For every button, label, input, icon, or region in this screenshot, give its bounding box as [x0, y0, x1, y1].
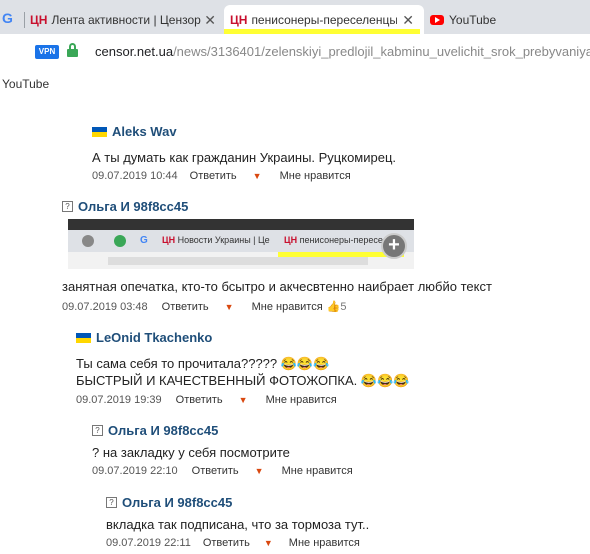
- like-count: 👍5: [326, 301, 347, 313]
- reply-button[interactable]: Ответить: [176, 394, 223, 406]
- close-tab-icon[interactable]: ✕: [204, 12, 216, 29]
- like-button[interactable]: Мне нравится: [266, 394, 337, 406]
- comment: Aleks Wav А ты думать как гражданин Укра…: [92, 124, 572, 182]
- comment-author[interactable]: ? Ольга И 98f8cc45: [106, 495, 576, 510]
- screenshot-address-bar: [108, 257, 368, 265]
- screenshot-tab: ЦН Новости Украины | Це: [162, 235, 270, 245]
- like-button[interactable]: Мне нравится: [280, 170, 351, 182]
- comment: ? Ольга И 98f8cc45: [62, 199, 582, 214]
- tab-strip: G ЦН Лента активности | Цензор ✕ ЦН пени…: [0, 0, 590, 34]
- youtube-icon: [430, 14, 444, 25]
- unknown-flag-icon: ?: [62, 201, 73, 212]
- like-button[interactable]: Мне нравится: [289, 537, 360, 549]
- reply-button[interactable]: Ответить: [203, 537, 250, 549]
- comment-date: 09.07.2019 22:11: [106, 537, 191, 549]
- author-name[interactable]: LeOnid Tkachenko: [96, 330, 212, 345]
- ukraine-flag-icon: [76, 332, 91, 343]
- tab-label: Лента активности | Цензор: [51, 12, 201, 27]
- comment-author[interactable]: ? Ольга И 98f8cc45: [92, 423, 572, 438]
- screenshot-tab: ЦН пенисонеры-пересе: [284, 235, 383, 245]
- comment-meta: 09.07.2019 19:39 Ответить ▼ Мне нравится: [76, 394, 576, 406]
- comment-meta: 09.07.2019 22:10 Ответить ▼ Мне нравится: [92, 465, 572, 477]
- comment: ? Ольга И 98f8cc45 ? на закладку у себя …: [92, 423, 572, 477]
- censor-favicon-icon: ЦН: [230, 12, 248, 27]
- comment-date: 09.07.2019 22:10: [92, 465, 178, 477]
- close-tab-icon[interactable]: ✕: [402, 12, 414, 29]
- screenshot-icon: [114, 235, 126, 247]
- comment-date: 09.07.2019 19:39: [76, 394, 162, 406]
- lock-icon[interactable]: [67, 43, 78, 57]
- tab-label: YouTube: [449, 12, 497, 27]
- screenshot-google-icon: G: [140, 235, 148, 246]
- comment-text: А ты думать как гражданин Украины. Руцко…: [92, 150, 397, 165]
- comment-author[interactable]: Aleks Wav: [92, 124, 572, 139]
- dropdown-arrow-icon[interactable]: ▼: [225, 302, 234, 312]
- address-bar: VPN censor.net.ua/news/3136401/zelenskiy…: [0, 34, 590, 72]
- dropdown-arrow-icon[interactable]: ▼: [239, 395, 248, 405]
- reply-button[interactable]: Ответить: [162, 301, 209, 313]
- comment-text: вкладка так подписана, что за тормоза ту…: [106, 517, 370, 532]
- author-name[interactable]: Ольга И 98f8cc45: [78, 199, 188, 214]
- screenshot-icon: [82, 235, 94, 247]
- tab-divider: [24, 12, 25, 28]
- comment-meta: 09.07.2019 03:48 Ответить ▼ Мне нравится…: [62, 300, 582, 314]
- comment-meta: 09.07.2019 22:11 Ответить ▼ Мне нравится: [106, 537, 576, 549]
- comment-text: занятная опечатка, кто-то бсытро и акчес…: [62, 279, 492, 294]
- unknown-flag-icon: ?: [92, 425, 103, 436]
- url-domain: censor.net.ua: [95, 44, 174, 59]
- unknown-flag-icon: ?: [106, 497, 117, 508]
- like-button[interactable]: Мне нравится: [252, 301, 323, 313]
- comment: LeOnid Tkachenko Ты сама себя то прочита…: [76, 330, 576, 406]
- bookmark-youtube[interactable]: YouTube: [2, 77, 49, 91]
- zoom-plus-icon[interactable]: +: [381, 233, 407, 259]
- comment-author[interactable]: LeOnid Tkachenko: [76, 330, 576, 345]
- comment-date: 09.07.2019 03:48: [62, 300, 148, 313]
- reply-button[interactable]: Ответить: [190, 170, 237, 182]
- comment-text: ? на закладку у себя посмотрите: [92, 445, 290, 460]
- dropdown-arrow-icon[interactable]: ▼: [264, 538, 273, 548]
- url-field[interactable]: censor.net.ua/news/3136401/zelenskiyi_pr…: [95, 44, 590, 59]
- thumbs-up-icon: 👍: [326, 301, 341, 313]
- google-icon[interactable]: G: [2, 10, 13, 26]
- comment: ? Ольга И 98f8cc45 вкладка так подписана…: [106, 495, 576, 549]
- watermark-text: gettyimages: [92, 221, 130, 228]
- comment: занятная опечатка, кто-то бсытро и акчес…: [62, 278, 582, 313]
- comment-date: 09.07.2019 10:44: [92, 170, 178, 182]
- dropdown-arrow-icon[interactable]: ▼: [255, 466, 264, 476]
- comment-text-line: БЫСТРЫЙ И КАЧЕСТВЕННЫЙ ФОТОЖОПКА. 😂😂😂: [76, 373, 410, 388]
- comment-text-line: Ты сама себя то прочитала????? 😂😂😂: [76, 356, 330, 371]
- tab-activity-feed[interactable]: ЦН Лента активности | Цензор ✕: [30, 5, 222, 34]
- author-name[interactable]: Ольга И 98f8cc45: [108, 423, 218, 438]
- attached-screenshot[interactable]: gettyimages G ЦН Новости Украины | Це ЦН…: [68, 219, 414, 269]
- author-name[interactable]: Ольга И 98f8cc45: [122, 495, 232, 510]
- censor-favicon-icon: ЦН: [30, 12, 48, 27]
- ukraine-flag-icon: [92, 126, 107, 137]
- comment-author[interactable]: ? Ольга И 98f8cc45: [62, 199, 582, 214]
- author-name[interactable]: Aleks Wav: [112, 124, 177, 139]
- dropdown-arrow-icon[interactable]: ▼: [253, 171, 262, 181]
- comment-text: Ты сама себя то прочитала????? 😂😂😂 БЫСТР…: [76, 355, 576, 389]
- tab-youtube[interactable]: YouTube: [430, 5, 580, 34]
- bookmarks-bar: YouTube: [0, 72, 590, 96]
- like-button[interactable]: Мне нравится: [282, 465, 353, 477]
- tab-label: пенисонеры-переселенцы: [251, 12, 398, 27]
- vpn-badge[interactable]: VPN: [35, 45, 59, 59]
- reply-button[interactable]: Ответить: [192, 465, 239, 477]
- comment-meta: 09.07.2019 10:44 Ответить ▼ Мне нравится: [92, 170, 572, 182]
- url-path: /news/3136401/zelenskiyi_predlojil_kabmi…: [173, 44, 590, 59]
- screenshot-tab-strip: gettyimages G ЦН Новости Украины | Це ЦН…: [68, 230, 414, 252]
